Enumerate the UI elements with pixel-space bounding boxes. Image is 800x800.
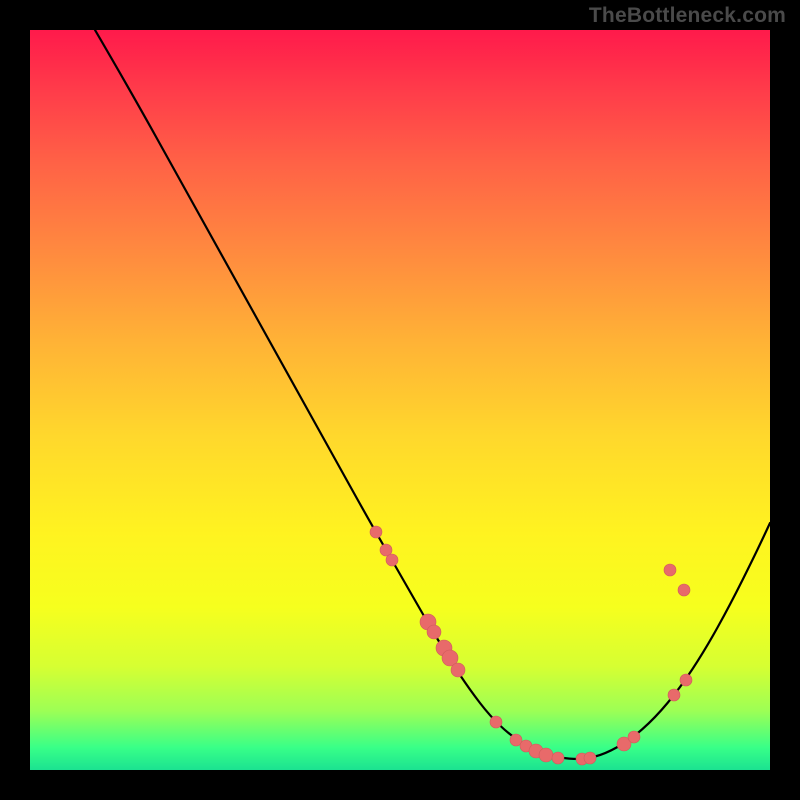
highlight-dot [427,625,441,639]
highlight-dot [539,748,553,762]
bottleneck-curve [95,30,770,759]
highlight-dot [490,716,502,728]
highlight-dot [584,752,596,764]
plot-area [30,30,770,770]
highlight-dot [668,689,680,701]
chart-stage: TheBottleneck.com [0,0,800,800]
highlight-dot [552,752,564,764]
highlight-dot [678,584,690,596]
highlight-dot [664,564,676,576]
highlight-dot [386,554,398,566]
highlight-dot [451,663,465,677]
highlight-dot [680,674,692,686]
curve-layer [30,30,770,770]
highlight-dot [370,526,382,538]
highlight-dot [628,731,640,743]
watermark-text: TheBottleneck.com [589,4,786,28]
